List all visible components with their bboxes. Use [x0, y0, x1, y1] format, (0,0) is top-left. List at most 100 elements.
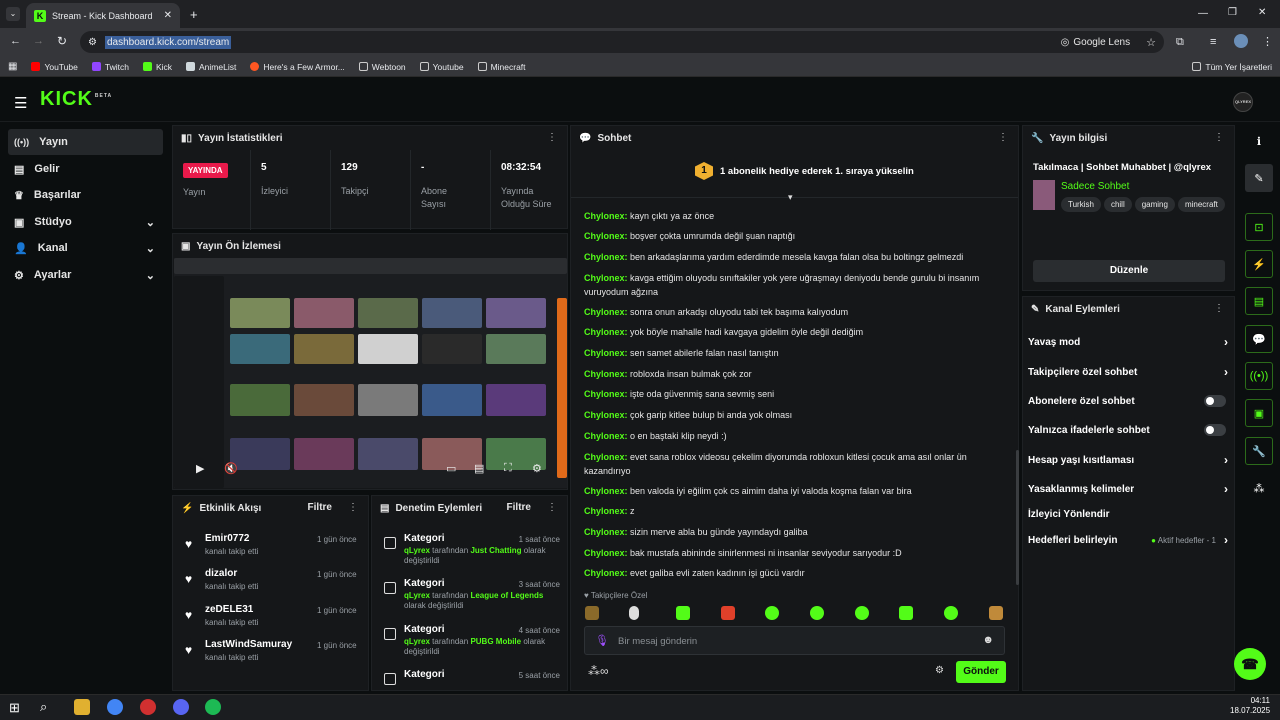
url-text[interactable]: dashboard.kick.com/stream — [104, 35, 232, 49]
emote[interactable] — [721, 606, 735, 620]
fullscreen-icon[interactable]: ⛶ — [504, 462, 512, 475]
settings-icon[interactable]: ⚙ — [532, 462, 542, 475]
bookmark-webtoon[interactable]: Webtoon — [358, 62, 406, 72]
user-avatar[interactable]: QLYREX — [1233, 92, 1253, 112]
file-explorer-icon[interactable] — [74, 699, 90, 715]
sidebar-item-kanal[interactable]: 👤 Kanal ⌄ — [8, 235, 163, 261]
sidebar-item-studyo[interactable]: ▣ Stüdyo ⌄ — [8, 209, 163, 235]
stream-info-menu-icon[interactable]: ⋮ — [1214, 132, 1224, 143]
activity-menu-icon[interactable]: ⋮ — [348, 502, 358, 513]
site-info-icon[interactable]: ⚙ — [88, 37, 97, 48]
reload-icon[interactable]: ↻ — [57, 34, 67, 48]
microphone-icon[interactable]: 🎙 — [595, 634, 609, 647]
action-raid[interactable]: İzleyici Yönlendir — [1028, 504, 1228, 524]
emote[interactable] — [585, 606, 599, 620]
minimize-button[interactable]: — — [1198, 8, 1208, 19]
clip-icon[interactable]: ⊡ — [1245, 213, 1273, 241]
mute-icon[interactable]: 🔇 — [224, 462, 238, 475]
bookmark-youtube-folder[interactable]: Youtube — [419, 62, 464, 72]
tab-list-button[interactable]: ⌄ — [6, 7, 20, 21]
emote[interactable] — [989, 606, 1003, 620]
pip-icon[interactable]: ▭ — [446, 462, 456, 475]
chat-scrollbar[interactable] — [1016, 450, 1019, 585]
subscribers-only-toggle[interactable] — [1204, 395, 1226, 407]
moderation-filter-button[interactable]: Filtre — [507, 502, 531, 513]
bookmark-kick[interactable]: Kick — [142, 62, 172, 72]
chrome-icon[interactable] — [107, 699, 123, 715]
theater-icon[interactable]: ▤ — [474, 462, 484, 475]
stream-preview-video[interactable]: ▶ 🔇 ▭ ▤ ⛶ ⚙ — [174, 258, 567, 488]
edit-button[interactable]: Düzenle — [1033, 260, 1225, 282]
play-icon[interactable]: ▶ — [196, 462, 204, 475]
discord-icon[interactable] — [173, 699, 189, 715]
action-banned-words[interactable]: Yasaklanmış kelimeler › — [1028, 479, 1228, 499]
stats-menu-icon[interactable]: ⋮ — [547, 132, 557, 143]
send-button[interactable]: Gönder — [956, 661, 1006, 683]
sidebar-item-ayarlar[interactable]: ⚙ Ayarlar ⌄ — [8, 262, 163, 288]
back-icon[interactable]: ← — [10, 35, 21, 47]
browser-tab[interactable]: K Stream - Kick Dashboard ✕ — [26, 3, 180, 28]
banner-collapse-icon[interactable]: ▾ — [788, 192, 793, 203]
profile-avatar[interactable] — [1234, 34, 1248, 48]
windows-start-icon[interactable]: ⊞ — [9, 700, 20, 716]
notes-icon[interactable]: ▤ — [1245, 287, 1273, 315]
app-icon[interactable] — [140, 699, 156, 715]
broadcast-rail-icon[interactable]: ((•)) — [1245, 362, 1273, 390]
chat-input-box[interactable]: 🎙 Bir mesaj gönderin ☻ — [584, 626, 1005, 655]
system-clock[interactable]: 04:11 18.07.2025 — [1230, 696, 1270, 716]
spotify-icon[interactable] — [205, 699, 221, 715]
close-tab-icon[interactable]: ✕ — [164, 10, 172, 21]
edit-rail-icon[interactable]: ✎ — [1245, 164, 1273, 192]
bookmark-youtube[interactable]: YouTube — [31, 62, 78, 72]
bookmark-twitch[interactable]: Twitch — [91, 62, 129, 72]
emoji-picker-icon[interactable]: ☻ — [982, 634, 994, 646]
channel-actions-menu-icon[interactable]: ⋮ — [1214, 303, 1224, 314]
category-name[interactable]: Sadece Sohbet — [1061, 181, 1129, 192]
new-tab-button[interactable]: + — [190, 7, 198, 22]
sidebar-item-basarilar[interactable]: ♛ Başarılar — [8, 182, 163, 208]
emote[interactable] — [855, 606, 869, 620]
google-lens-button[interactable]: ◎ Google Lens — [1061, 37, 1130, 48]
activity-filter-button[interactable]: Filtre — [308, 502, 332, 513]
forward-icon[interactable]: → — [33, 35, 44, 47]
chat-settings-icon[interactable]: ⚙ — [935, 665, 944, 676]
emotes-only-toggle[interactable] — [1204, 424, 1226, 436]
emote[interactable] — [765, 606, 779, 620]
emote[interactable] — [629, 606, 639, 620]
hamburger-menu-icon[interactable]: ☰ — [14, 94, 27, 112]
bookmark-star-icon[interactable]: ☆ — [1146, 36, 1156, 49]
restore-button[interactable]: ❐ — [1228, 7, 1237, 18]
apps-grid-icon[interactable]: ▦ — [8, 61, 17, 72]
emote[interactable] — [899, 606, 913, 620]
action-account-age[interactable]: Hesap yaşı kısıtlaması › — [1028, 450, 1228, 470]
add-widget-icon[interactable]: ⁂ — [1245, 474, 1273, 502]
bookmark-armor[interactable]: Here's a Few Armor... — [250, 62, 345, 72]
bookmark-animelist[interactable]: AnimeList — [186, 62, 236, 72]
search-icon[interactable]: ⌕ — [40, 699, 47, 715]
layout-icon[interactable]: ▣ — [1245, 399, 1273, 427]
all-bookmarks[interactable]: Tüm Yer İşaretleri — [1192, 62, 1272, 72]
support-chat-icon[interactable]: ☎ — [1234, 648, 1266, 680]
chat-menu-icon[interactable]: ⋮ — [998, 132, 1008, 143]
browser-menu-icon[interactable]: ⋮ — [1262, 35, 1273, 48]
chat-rail-icon[interactable]: 💬 — [1245, 325, 1273, 353]
info-icon[interactable]: ℹ — [1245, 127, 1273, 155]
action-followers-only[interactable]: Takipçilere özel sohbet › — [1028, 362, 1228, 382]
window-close-button[interactable]: ✕ — [1258, 7, 1266, 18]
action-slow-mode[interactable]: Yavaş mod › — [1028, 332, 1228, 352]
emote[interactable] — [810, 606, 824, 620]
bookmark-minecraft[interactable]: Minecraft — [477, 62, 526, 72]
action-goals[interactable]: Hedefleri belirleyin ● Aktif hedefler - 1… — [1028, 530, 1228, 550]
emote[interactable] — [676, 606, 690, 620]
lightning-rail-icon[interactable]: ⚡ — [1245, 250, 1273, 278]
reading-list-icon[interactable]: ≡ — [1210, 36, 1216, 48]
moderation-menu-icon[interactable]: ⋮ — [547, 502, 557, 513]
emote[interactable] — [944, 606, 958, 620]
chat-tools-icon[interactable]: ⁂∞ — [588, 664, 609, 678]
sidebar-item-yayin[interactable]: ((•)) Yayın — [8, 129, 163, 155]
sidebar-item-gelir[interactable]: ▤ Gelir — [8, 156, 163, 182]
omnibox[interactable]: ⚙ dashboard.kick.com/stream ◎ Google Len… — [80, 31, 1164, 53]
extensions-icon[interactable]: ⧉ — [1176, 36, 1184, 49]
wrench-rail-icon[interactable]: 🔧 — [1245, 437, 1273, 465]
kick-logo[interactable]: KICK BETA — [40, 88, 112, 111]
